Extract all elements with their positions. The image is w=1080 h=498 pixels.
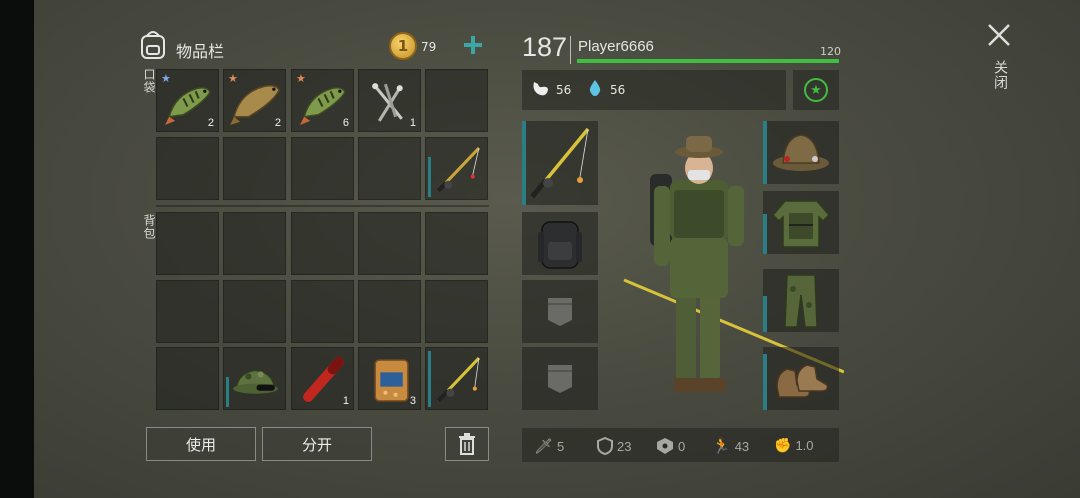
stomach-icon [530, 80, 550, 102]
nails-icon [372, 83, 403, 122]
fishing-rod-icon [436, 147, 481, 193]
boots-icon [776, 364, 829, 398]
backpack-slot-4[interactable] [358, 212, 421, 275]
melee-value: 1.0 [795, 438, 814, 453]
perch-fish-icon [300, 86, 346, 125]
backpack-slot-13[interactable]: 1 [291, 347, 354, 410]
feet-slot[interactable] [763, 347, 839, 410]
water-drop-icon [588, 79, 602, 101]
item-count: 6 [342, 117, 349, 129]
favorite-button[interactable]: ★ [793, 70, 839, 110]
attack-stat: 🗡 5 [534, 437, 564, 455]
carp-fish-icon [230, 84, 280, 125]
weapon-slot[interactable] [522, 121, 598, 205]
fishing-rod-icon [530, 127, 590, 199]
pocket-slot-1[interactable]: ★ 2 [156, 69, 219, 132]
perch-fish-icon [165, 86, 211, 125]
backpack-slot-7[interactable] [223, 280, 286, 343]
backpack-slot-1[interactable] [156, 212, 219, 275]
section-divider [156, 205, 489, 207]
pocket-slot-7[interactable] [223, 137, 286, 200]
pocket-slot-3[interactable]: ★ 6 [291, 69, 354, 132]
pocket-slot-4[interactable]: 1 [358, 69, 421, 132]
item-count: 2 [274, 117, 281, 129]
item-count: 3 [409, 395, 416, 407]
coin-icon: 1 [389, 32, 417, 60]
defense-stat: 23 [597, 437, 631, 455]
radiation-value: 0 [678, 438, 686, 454]
close-label: 关闭 [992, 60, 1008, 90]
backpack-equip-slot[interactable] [522, 212, 598, 275]
head-slot[interactable] [763, 121, 839, 184]
backpack-slot-11[interactable] [156, 347, 219, 410]
add-coins-button[interactable] [462, 34, 484, 56]
backpack-icon [138, 28, 168, 60]
speed-stat: 🏃 43 [712, 437, 749, 455]
backpack-slot-9[interactable] [358, 280, 421, 343]
backpack-slot-10[interactable] [425, 280, 488, 343]
trash-button[interactable] [445, 427, 489, 461]
camo-hat-icon [233, 369, 278, 394]
health-bar [577, 59, 839, 63]
red-flare-icon [303, 357, 344, 402]
split-button[interactable]: 分开 [262, 427, 372, 461]
use-button[interactable]: 使用 [146, 427, 256, 461]
pocket-slot-5[interactable] [425, 69, 488, 132]
backpack-slot-5[interactable] [425, 212, 488, 275]
radiation-stat: 0 [656, 437, 685, 455]
bait-bag-icon [374, 359, 409, 402]
backpack-slot-6[interactable] [156, 280, 219, 343]
inventory-title: 物品栏 [176, 42, 225, 61]
fishing-rod-icon [436, 357, 481, 403]
pocket-equip-slot-1[interactable] [522, 280, 598, 343]
melee-stat: ✊ 1.0 [774, 437, 814, 454]
backpack-slot-15[interactable] [425, 347, 488, 410]
running-icon: 🏃 [712, 438, 731, 455]
backpack-item-icon [538, 221, 582, 269]
sword-icon: 🗡 [534, 438, 554, 455]
attack-value: 5 [557, 438, 565, 454]
body-slot[interactable] [763, 191, 839, 254]
camo-pants-icon [784, 274, 818, 328]
thirst-value: 56 [610, 83, 626, 97]
fist-icon: ✊ [774, 437, 792, 453]
trash-icon [459, 433, 475, 455]
close-button[interactable]: 关闭 [984, 22, 1014, 102]
coin-count: 79 [421, 40, 437, 54]
item-count: 2 [207, 117, 214, 129]
player-level: 187 [522, 32, 568, 62]
player-name: Player6666 [578, 38, 654, 55]
pocket-slot-2[interactable]: ★ 2 [223, 69, 286, 132]
item-count: 1 [342, 395, 349, 407]
pocket-placeholder-icon [548, 298, 572, 326]
defense-value: 23 [617, 438, 632, 454]
shield-icon [597, 437, 613, 455]
legs-slot[interactable] [763, 269, 839, 332]
pocket-slot-9[interactable] [358, 137, 421, 200]
level-divider [570, 36, 571, 64]
item-count: 1 [409, 117, 416, 129]
pocket-slot-6[interactable] [156, 137, 219, 200]
pocket-slot-8[interactable] [291, 137, 354, 200]
backpack-slot-12[interactable] [223, 347, 286, 410]
star-circle-icon: ★ [804, 78, 828, 102]
hunger-value: 56 [556, 83, 572, 97]
backpack-slot-14[interactable]: 3 [358, 347, 421, 410]
camo-vest-icon [771, 200, 831, 248]
speed-value: 43 [734, 438, 750, 454]
close-icon [988, 24, 1010, 46]
plus-icon [464, 36, 482, 54]
pocket-slot-10[interactable] [425, 137, 488, 200]
game-screen: 物品栏 1 79 口袋 背包 ★ 2 ★ 2 ★ 6 1 1 3 使用 分开 1… [34, 0, 1080, 498]
backpack-slot-8[interactable] [291, 280, 354, 343]
backpack-slot-2[interactable] [223, 212, 286, 275]
radiation-icon [657, 438, 673, 454]
bucket-hat-icon [773, 134, 829, 171]
backpack-slot-3[interactable] [291, 212, 354, 275]
health-value: 120 [820, 45, 841, 58]
pocket-equip-slot-2[interactable] [522, 347, 598, 410]
pocket-placeholder-icon [548, 365, 572, 393]
